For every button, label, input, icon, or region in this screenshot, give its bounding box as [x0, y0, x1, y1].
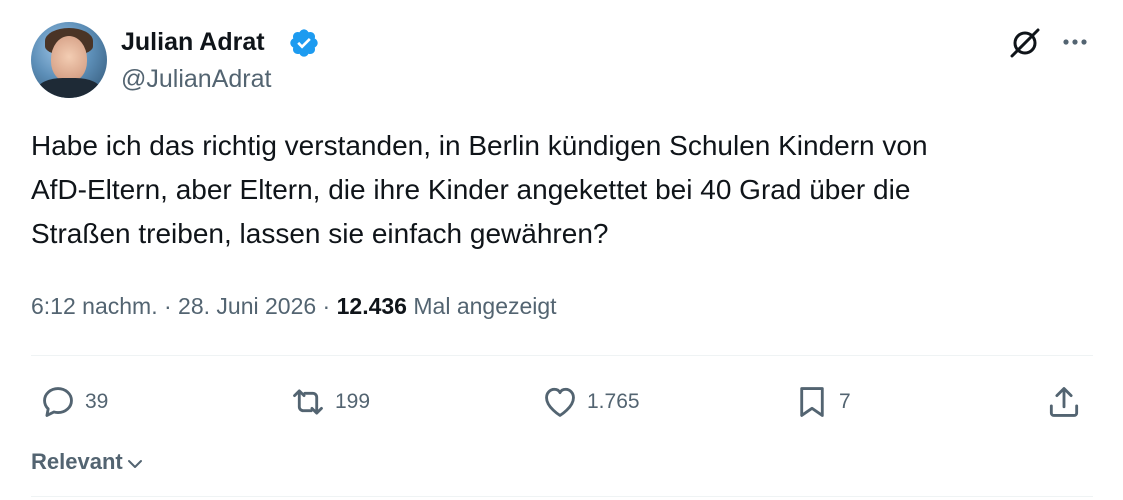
bookmark-count: 7 [839, 390, 851, 413]
share-button[interactable] [1045, 382, 1083, 422]
repost-button[interactable]: 199 [289, 382, 370, 422]
reply-button[interactable]: 39 [39, 382, 108, 422]
chevron-down-icon [127, 460, 142, 468]
views-count[interactable]: 12.436 [337, 293, 407, 319]
replies-sort-label: Relevant [31, 449, 123, 474]
author-handle[interactable]: @JulianAdrat [121, 64, 271, 94]
more-options-icon[interactable] [1058, 26, 1092, 58]
repost-count: 199 [335, 390, 371, 413]
replies-sort-dropdown[interactable]: Relevant [31, 447, 145, 477]
tweet-text-line: Straßen treiben, lassen sie einfach gewä… [31, 218, 609, 249]
avatar-face [51, 36, 87, 82]
share-icon [1049, 387, 1079, 417]
meta-separator: · [316, 293, 337, 319]
reply-count: 39 [85, 390, 109, 413]
tweet: Julian Adrat @JulianAdrat Habe ich das r… [0, 0, 1123, 500]
divider [31, 496, 1093, 497]
like-count: 1.765 [587, 390, 640, 413]
bookmark-button[interactable]: 7 [793, 382, 851, 422]
bookmark-icon [800, 387, 824, 417]
like-button[interactable]: 1.765 [541, 382, 640, 422]
grok-icon[interactable] [1007, 25, 1043, 61]
author-display-name[interactable]: Julian Adrat [121, 27, 265, 57]
divider [31, 355, 1093, 356]
heart-icon [545, 387, 575, 417]
tweet-text-line: Habe ich das richtig verstanden, in Berl… [31, 130, 928, 161]
reply-icon [43, 387, 73, 417]
verified-badge-icon[interactable] [288, 27, 320, 59]
meta-separator: · [157, 293, 179, 319]
tweet-text-line: AfD-Eltern, aber Eltern, die ihre Kinder… [31, 174, 911, 205]
tweet-date[interactable]: 28. Juni 2026 [178, 293, 316, 319]
repost-icon [293, 389, 323, 415]
avatar-shirt [37, 78, 101, 98]
tweet-text: Habe ich das richtig verstanden, in Berl… [31, 124, 1101, 256]
views-label: Mal angezeigt [406, 293, 557, 319]
tweet-time[interactable]: 6:12 nachm. [31, 293, 158, 319]
avatar[interactable] [31, 22, 107, 98]
tweet-meta: 6:12 nachm. · 28. Juni 2026 · 12.436 Mal… [31, 290, 557, 322]
